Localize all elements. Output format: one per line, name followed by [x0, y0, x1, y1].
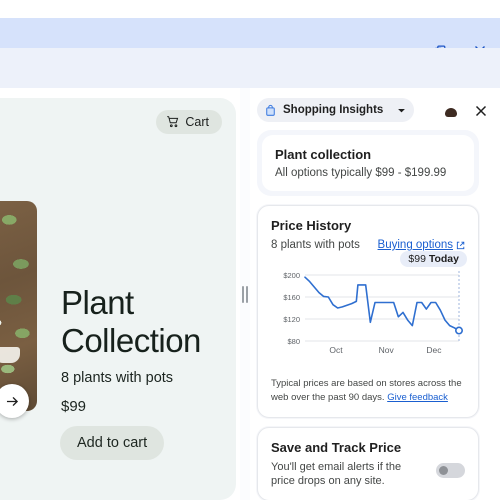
buying-options-link[interactable]: Buying options [378, 239, 465, 251]
page-title: Plant Collection [61, 284, 221, 360]
buying-options-label: Buying options [377, 239, 453, 251]
cart-button[interactable]: Cart [156, 110, 222, 134]
price-history-chart: $99 Today $200 $160 $120 $80 Oct Nov Dec [271, 251, 467, 355]
summary-subtitle: All options typically $99 - $199.99 [275, 167, 447, 179]
give-feedback-link[interactable]: Give feedback [387, 392, 448, 403]
track-row: You'll get email alerts if the price dro… [271, 455, 465, 488]
os-strip [0, 0, 500, 18]
shopping-bag-icon [266, 104, 275, 116]
chart-y-tick: $160 [283, 293, 300, 302]
chart-x-tick: Dec [426, 345, 442, 355]
add-to-cart-button[interactable]: Add to cart [60, 426, 165, 460]
chart-y-tick: $80 [287, 337, 300, 346]
summary-title: Plant collection [275, 147, 372, 162]
chart-svg: $200 $160 $120 $80 [283, 271, 464, 346]
chart-line [304, 276, 460, 332]
shopping-cart-icon [167, 116, 179, 128]
web-content: Cart Plant Collection 8 plants with pots… [0, 88, 240, 500]
panel-selector-chip[interactable]: Shopping Insights [257, 98, 415, 122]
price-history-card: Price History 8 plants with pots Buying … [257, 205, 479, 418]
product-image [0, 201, 37, 411]
panel-resize-handle[interactable] [240, 88, 250, 500]
chart-x-tick: Nov [378, 345, 394, 355]
side-panel-header: Shopping Insights [250, 88, 500, 130]
save-track-price-card: Save and Track Price You'll get email al… [257, 427, 479, 500]
summary-card: Plant collection All options typically $… [257, 130, 479, 196]
product-price: $99 [61, 398, 87, 415]
chart-y-tick: $120 [283, 315, 300, 324]
chevron-down-icon [398, 108, 406, 112]
chart-footnote: Typical prices are based on stores acros… [271, 377, 465, 405]
browser-titlebar [0, 18, 500, 56]
product-subtitle: 8 plants with pots [61, 370, 174, 386]
today-price-badge: $99 Today [400, 251, 467, 267]
insight-cards: Plant collection All options typically $… [257, 130, 479, 500]
chart-x-tick: Oct [329, 345, 343, 355]
track-price-toggle[interactable] [436, 463, 465, 478]
close-panel-button[interactable] [470, 100, 492, 122]
browser-toolbar [0, 48, 500, 130]
panel-chip-label: Shopping Insights [283, 104, 384, 116]
resize-grip-icon [242, 285, 248, 303]
price-history-subtitle: 8 plants with pots [271, 239, 360, 251]
today-label: Today [428, 253, 459, 265]
chart-end-marker [455, 326, 464, 335]
open-in-new-icon [456, 241, 465, 249]
browser-window: Cart Plant Collection 8 plants with pots… [0, 0, 500, 500]
chart-y-tick: $200 [283, 271, 300, 280]
cart-label: Cart [185, 115, 209, 129]
price-history-title: Price History [271, 218, 352, 233]
today-amount: $99 [408, 253, 426, 265]
product-title-line2: Collection [61, 322, 201, 359]
toggle-knob [439, 466, 448, 475]
product-page-card: Cart Plant Collection 8 plants with pots… [0, 98, 236, 500]
track-title: Save and Track Price [271, 440, 402, 455]
product-title-line1: Plant [61, 284, 134, 321]
close-icon [475, 105, 487, 117]
next-image-button[interactable] [0, 384, 29, 418]
shopping-insights-panel: Shopping Insights Plant collection All o… [250, 88, 500, 500]
track-description: You'll get email alerts if the price dro… [271, 461, 402, 487]
price-history-meta: 8 plants with pots Buying options [271, 239, 465, 251]
arrow-right-icon [6, 396, 18, 406]
